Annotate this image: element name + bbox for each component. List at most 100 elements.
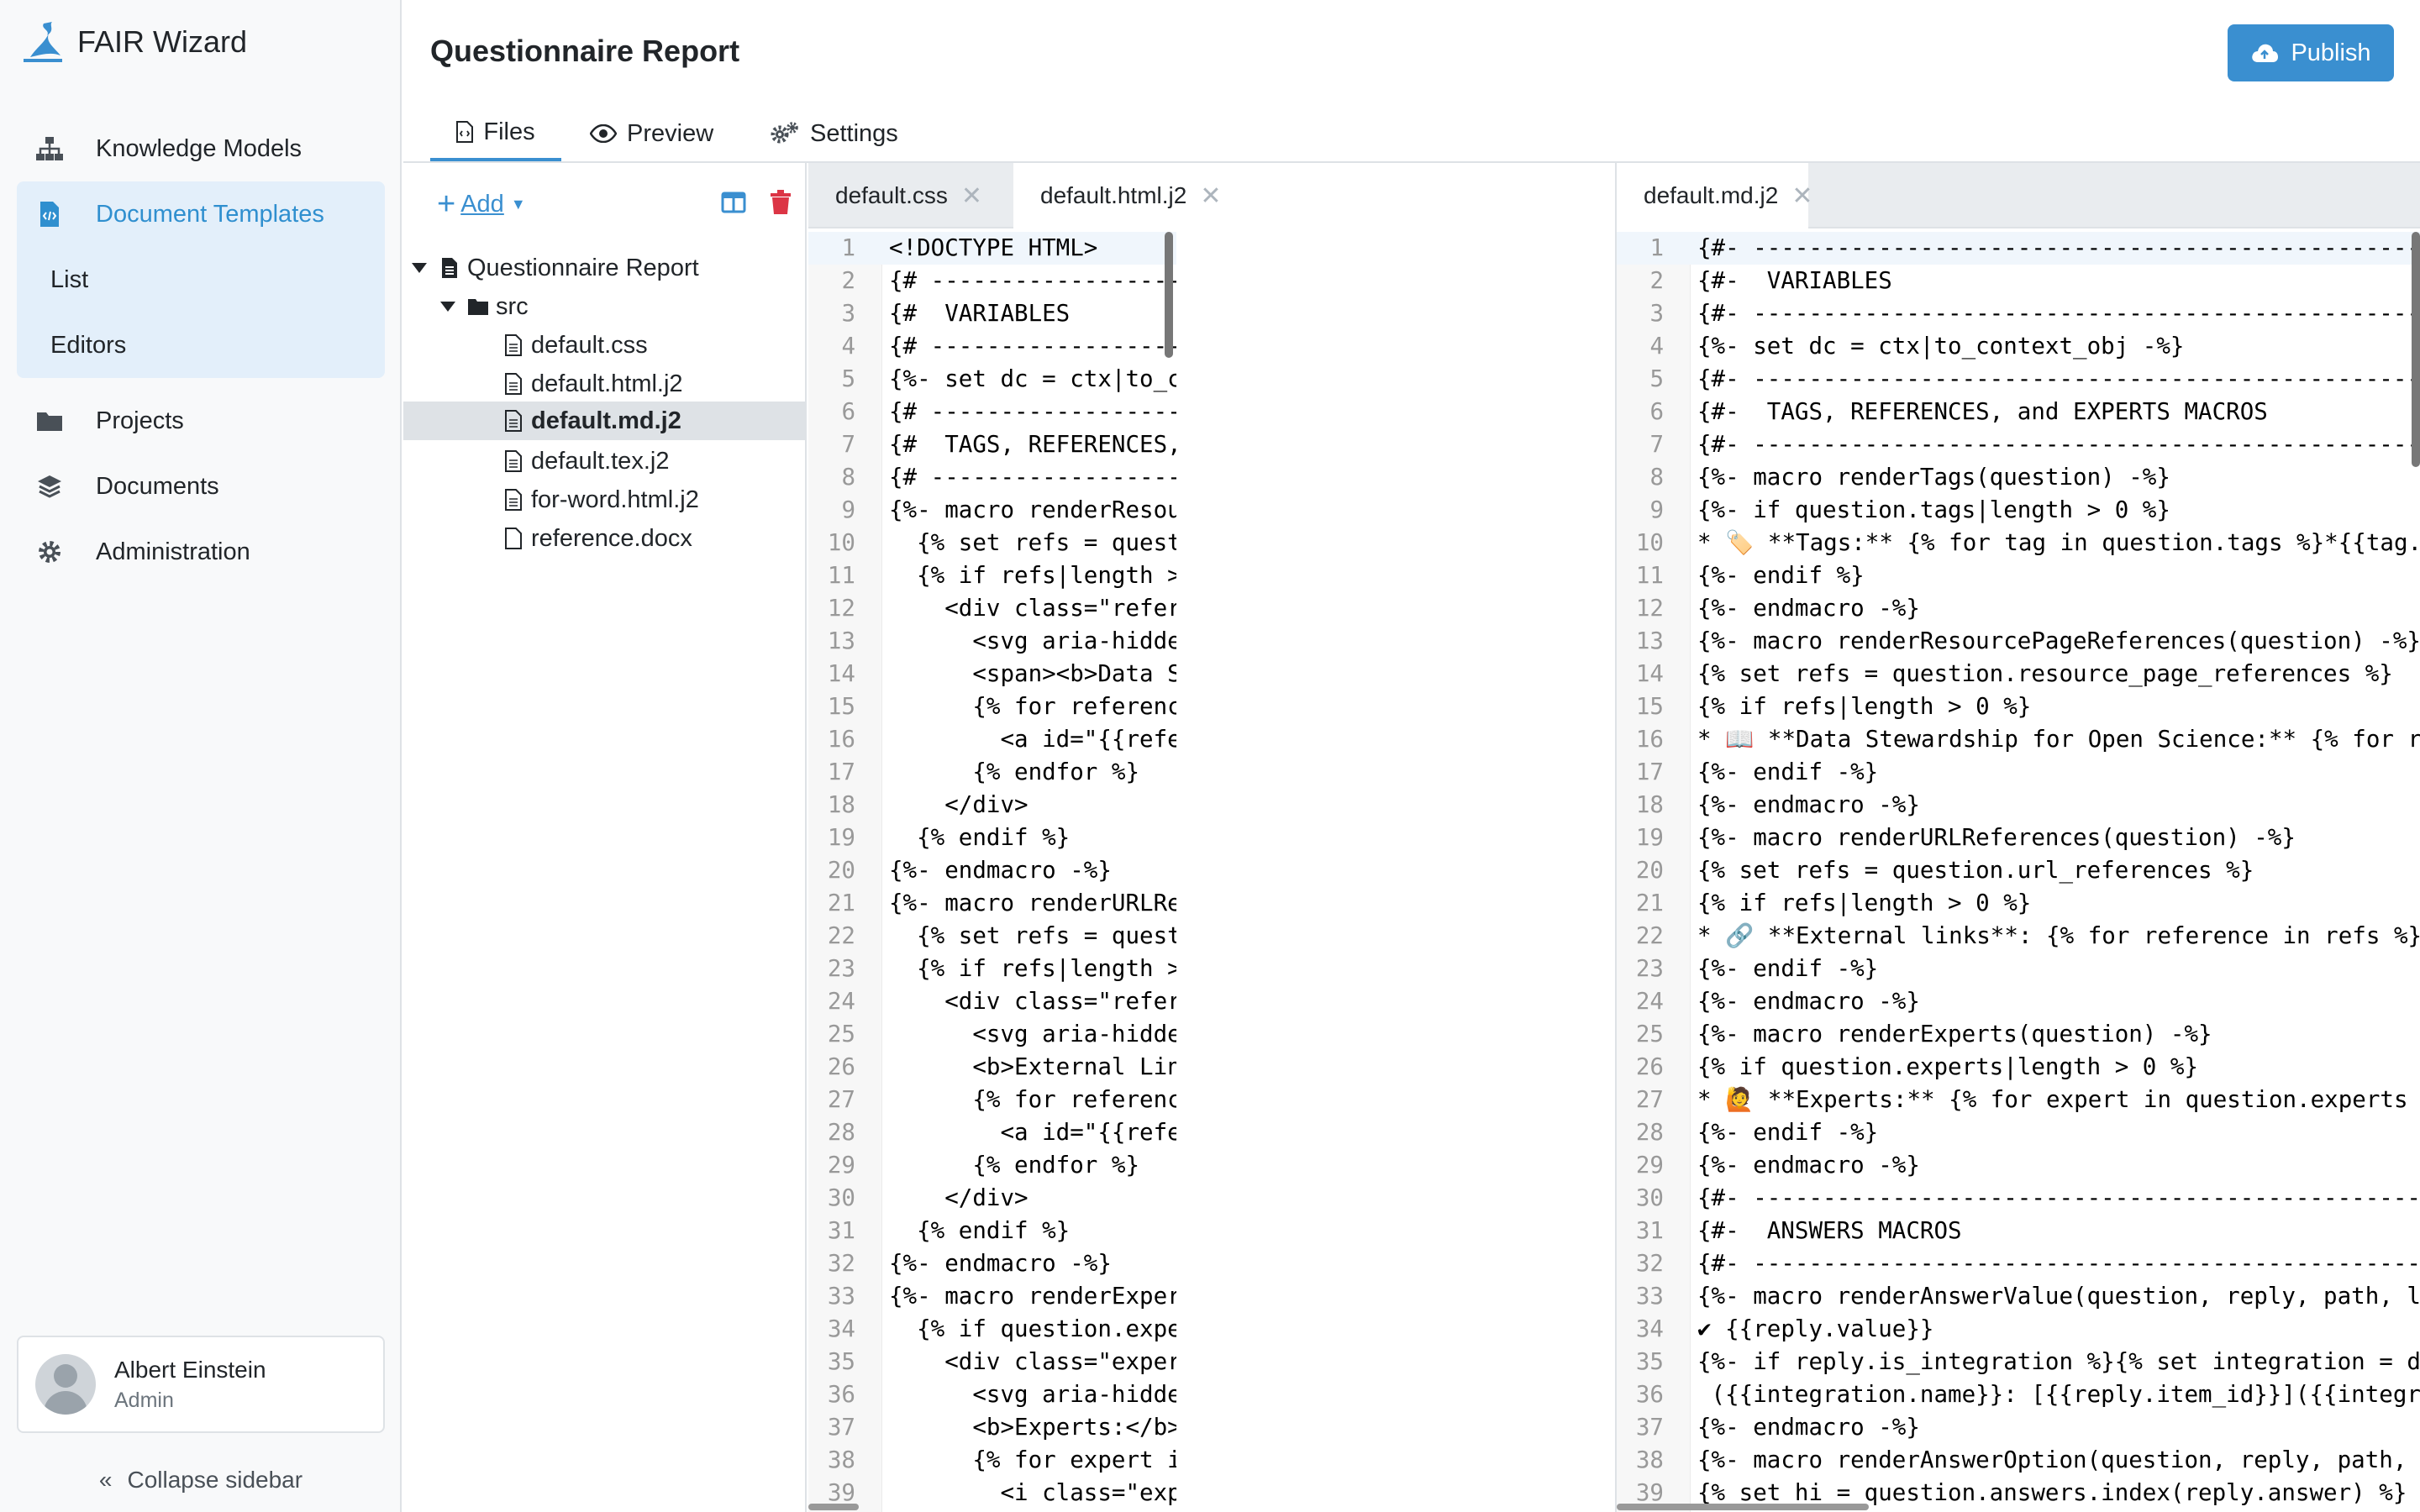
code-line[interactable]: 22 {% set refs = question.url_references…: [808, 920, 1176, 953]
tree-item-folder[interactable]: src: [440, 287, 807, 326]
sidebar-subitem-editors[interactable]: Editors: [17, 312, 385, 378]
tree-item-root[interactable]: Questionnaire Report: [412, 249, 807, 287]
code-line[interactable]: 19 {% endif %}: [808, 822, 1176, 854]
code-line[interactable]: 9 {%- macro renderResourcePageReferences(…: [808, 494, 1176, 527]
user-menu[interactable]: Albert Einstein Admin: [17, 1336, 385, 1433]
code-line[interactable]: 30 </div>: [808, 1182, 1176, 1215]
code-line[interactable]: 13 <svg aria-hidden="true" data-prefix="…: [808, 625, 1176, 658]
code-line[interactable]: 19 {%- macro renderURLReferences(question…: [1617, 822, 2420, 854]
code-line[interactable]: 14 {% set refs = question.resource_page_r…: [1617, 658, 2420, 690]
code-line[interactable]: 10 {% set refs = question.resource_page_…: [808, 527, 1176, 559]
split-view-button[interactable]: [721, 192, 746, 218]
code-line[interactable]: 21 {%- macro renderURLReferences(question…: [808, 887, 1176, 920]
code-line[interactable]: 2 {#- VARIABLES: [1617, 265, 2420, 297]
code-line[interactable]: 32 {%- endmacro -%}: [808, 1247, 1176, 1280]
code-line[interactable]: 1 {#- -----------------------------------…: [1617, 232, 2420, 265]
code-line[interactable]: 33 {%- macro renderAnswerValue(question, …: [1617, 1280, 2420, 1313]
code-line[interactable]: 37 {%- endmacro -%}: [1617, 1411, 2420, 1444]
vertical-scrollbar[interactable]: [2412, 232, 2420, 467]
code-line[interactable]: 6 {#- TAGS, REFERENCES, and EXPERTS MACRO…: [1617, 396, 2420, 428]
tree-item-file-selected[interactable]: default.md.j2: [403, 402, 805, 440]
code-line[interactable]: 38 {% for expert in question.experts %}: [808, 1444, 1176, 1477]
editor-tab-active[interactable]: default.html.j2 ✕: [1013, 163, 1259, 228]
tab-files[interactable]: Files: [430, 106, 561, 161]
code-line[interactable]: 27 * 🙋 **Experts:** {% for expert in ques…: [1617, 1084, 2420, 1116]
sidebar-subitem-list[interactable]: List: [17, 247, 385, 312]
sidebar-item-document-templates[interactable]: Document Templates: [17, 181, 385, 247]
code-line[interactable]: 8 {%- macro renderTags(question) -%}: [1617, 461, 2420, 494]
brand[interactable]: FAIR Wizard: [18, 18, 247, 66]
tree-item-file[interactable]: for-word.html.j2: [502, 480, 807, 519]
code-line[interactable]: 7 {#- -----------------------------------…: [1617, 428, 2420, 461]
code-line[interactable]: 20 {%- endmacro -%}: [808, 854, 1176, 887]
code-line[interactable]: 39 <i class="expert">{{expert.name}} (<a…: [808, 1477, 1176, 1509]
vertical-scrollbar[interactable]: [1165, 232, 1173, 358]
code-line[interactable]: 17 {%- endif -%}: [1617, 756, 2420, 789]
code-line[interactable]: 11 {% if refs|length > 0 %}: [808, 559, 1176, 592]
code-line[interactable]: 26 <b>External Links:</b>: [808, 1051, 1176, 1084]
code-line[interactable]: 16 <a id="{{reference.uuid}}" class="ref…: [808, 723, 1176, 756]
code-line[interactable]: 25 {%- macro renderExperts(question) -%}: [1617, 1018, 2420, 1051]
tree-item-file[interactable]: reference.docx: [502, 519, 807, 558]
code-line[interactable]: 26 {% if question.experts|length > 0 %}: [1617, 1051, 2420, 1084]
close-icon[interactable]: ✕: [1200, 181, 1221, 211]
code-line[interactable]: 30 {#- ----------------------------------…: [1617, 1182, 2420, 1215]
code-line[interactable]: 22 * 🔗 **External links**: {% for referen…: [1617, 920, 2420, 953]
code-line[interactable]: 36 <svg aria-hidden="true" data-prefix="…: [808, 1378, 1176, 1411]
code-line[interactable]: 11 {%- endif %}: [1617, 559, 2420, 592]
code-area[interactable]: 1 <!DOCTYPE HTML> 2 {# --------------------…: [808, 232, 1176, 1512]
tree-item-file[interactable]: default.css: [502, 326, 807, 365]
code-line[interactable]: 33 {%- macro renderExperts(question) -%}: [808, 1280, 1176, 1313]
code-line[interactable]: 29 {% endfor %}: [808, 1149, 1176, 1182]
code-area[interactable]: 1 {#- -----------------------------------…: [1617, 232, 2420, 1512]
code-line[interactable]: 7 {# TAGS, REFERENCES, and EXPERTS MACROS: [808, 428, 1176, 461]
code-line[interactable]: 35 <div class="experts">: [808, 1346, 1176, 1378]
code-line[interactable]: 5 {#- -----------------------------------…: [1617, 363, 2420, 396]
code-line[interactable]: 12 {%- endmacro -%}: [1617, 592, 2420, 625]
tab-settings[interactable]: Settings: [770, 106, 898, 161]
sidebar-item-projects[interactable]: Projects: [17, 388, 385, 454]
code-line[interactable]: 29 {%- endmacro -%}: [1617, 1149, 2420, 1182]
tab-preview[interactable]: Preview: [590, 106, 713, 161]
code-line[interactable]: 17 {% endfor %}: [808, 756, 1176, 789]
sidebar-item-knowledge-models[interactable]: Knowledge Models: [17, 116, 385, 181]
tree-item-file[interactable]: default.tex.j2: [502, 442, 807, 480]
code-line[interactable]: 13 {%- macro renderResourcePageReferences…: [1617, 625, 2420, 658]
code-line[interactable]: 8 {# ------------------------------------…: [808, 461, 1176, 494]
editor-tab[interactable]: default.css ✕: [808, 163, 1010, 228]
code-line[interactable]: 23 {%- endif -%}: [1617, 953, 2420, 985]
close-icon[interactable]: ✕: [961, 181, 982, 211]
code-line[interactable]: 20 {% set refs = question.url_references …: [1617, 854, 2420, 887]
code-line[interactable]: 12 <div class="references references-res…: [808, 592, 1176, 625]
code-line[interactable]: 38 {%- macro renderAnswerOption(question,…: [1617, 1444, 2420, 1477]
sidebar-item-documents[interactable]: Documents: [17, 454, 385, 519]
code-line[interactable]: 16 * 📖 **Data Stewardship for Open Scienc…: [1617, 723, 2420, 756]
editor-tab-active[interactable]: default.md.j2 ✕: [1617, 163, 1812, 228]
code-line[interactable]: 3 {#- -----------------------------------…: [1617, 297, 2420, 330]
code-editor-right[interactable]: default.md.j2 ✕ 1 {#- -------------------…: [1615, 163, 2420, 1512]
code-line[interactable]: 37 <b>Experts:</b>: [808, 1411, 1176, 1444]
code-line[interactable]: 31 {#- ANSWERS MACROS: [1617, 1215, 2420, 1247]
code-line[interactable]: 21 {% if refs|length > 0 %}: [1617, 887, 2420, 920]
add-dropdown-button[interactable]: + Add ▼: [437, 188, 526, 220]
code-line[interactable]: 10 * 🏷️ **Tags:** {% for tag in question.…: [1617, 527, 2420, 559]
code-line[interactable]: 3 {# VARIABLES: [808, 297, 1176, 330]
horizontal-scrollbar[interactable]: [808, 1504, 859, 1510]
code-line[interactable]: 28 <a id="{{reference.uuid}}" class="ref…: [808, 1116, 1176, 1149]
code-line[interactable]: 15 {% if refs|length > 0 %}: [1617, 690, 2420, 723]
code-line[interactable]: 24 {%- endmacro -%}: [1617, 985, 2420, 1018]
sidebar-item-administration[interactable]: Administration: [17, 519, 385, 585]
code-line[interactable]: 9 {%- if question.tags|length > 0 %}: [1617, 494, 2420, 527]
code-line[interactable]: 34 {% if question.experts|length > 0 %}: [808, 1313, 1176, 1346]
publish-button[interactable]: Publish: [2228, 24, 2394, 81]
code-line[interactable]: 6 {# ------------------------------------…: [808, 396, 1176, 428]
code-line[interactable]: 4 {%- set dc = ctx|to_context_obj -%}: [1617, 330, 2420, 363]
delete-button[interactable]: [770, 190, 792, 219]
code-line[interactable]: 18 </div>: [808, 789, 1176, 822]
close-icon[interactable]: ✕: [1791, 181, 1812, 211]
code-line[interactable]: 36 ({{integration.name}}: [{{reply.item_…: [1617, 1378, 2420, 1411]
code-line[interactable]: 28 {%- endif -%}: [1617, 1116, 2420, 1149]
code-line[interactable]: 31 {% endif %}: [808, 1215, 1176, 1247]
code-line[interactable]: 2 {# ------------------------------------…: [808, 265, 1176, 297]
code-line[interactable]: 24 <div class="references references-url…: [808, 985, 1176, 1018]
